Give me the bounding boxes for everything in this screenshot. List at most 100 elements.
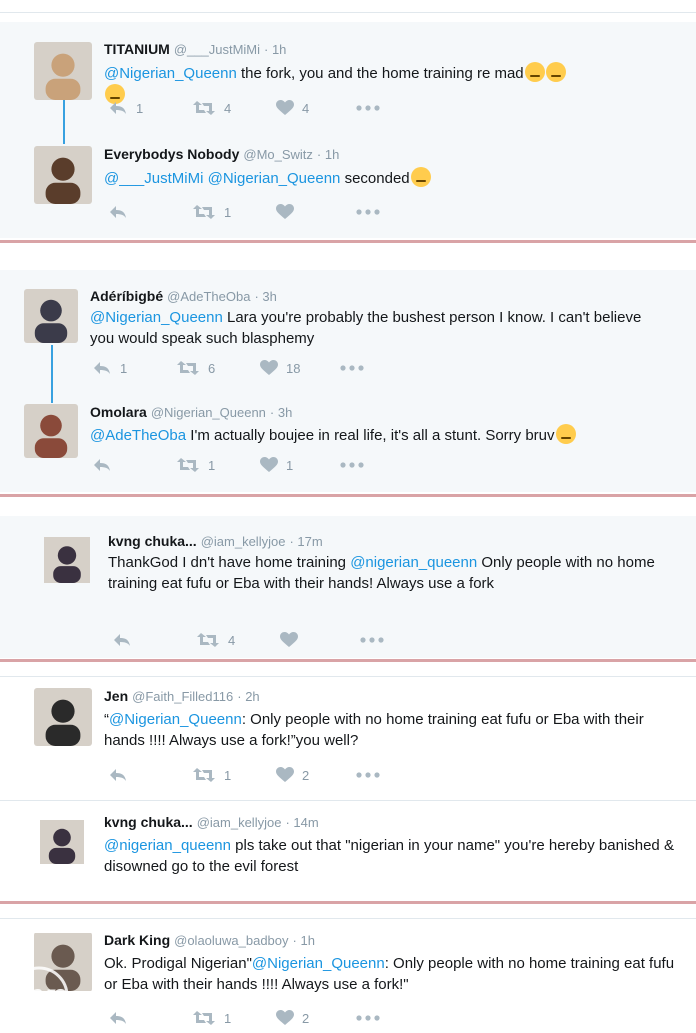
more-button[interactable] bbox=[340, 462, 364, 468]
tweet-text: Ok. Prodigal Nigerian"@Nigerian_Queenn: … bbox=[104, 953, 684, 995]
like-button[interactable]: 1 bbox=[260, 457, 340, 473]
display-name[interactable]: kvng chuka... bbox=[104, 814, 193, 830]
mention-link[interactable]: @___JustMiMi @Nigerian_Queenn bbox=[104, 170, 340, 187]
display-name[interactable]: TITANIUM bbox=[104, 41, 170, 57]
watermark-logo: mp MANIA bbox=[8, 944, 70, 1028]
reply-button[interactable] bbox=[108, 767, 192, 783]
separator bbox=[0, 240, 696, 243]
user-handle[interactable]: @Mo_Switz bbox=[243, 147, 313, 162]
like-count: 1 bbox=[286, 457, 294, 473]
tweet-header: kvng chuka... @iam_kellyjoe · 14m bbox=[104, 814, 319, 830]
display-name[interactable]: Jen bbox=[104, 688, 128, 704]
tweet-header: Jen @Faith_Filled116 · 2h bbox=[104, 688, 260, 704]
avatar[interactable] bbox=[34, 146, 92, 204]
tweet-text-segment: seconded bbox=[340, 170, 410, 187]
tweet-actions: 1 bbox=[108, 204, 380, 220]
like-button[interactable]: 4 bbox=[276, 100, 356, 116]
user-handle[interactable]: @iam_kellyjoe bbox=[201, 534, 286, 549]
reply-icon bbox=[108, 100, 128, 116]
timestamp[interactable]: · 2h bbox=[237, 689, 259, 704]
avatar[interactable] bbox=[44, 532, 90, 588]
retweet-button[interactable]: 1 bbox=[192, 767, 276, 783]
reply-button[interactable]: 1 bbox=[108, 100, 192, 116]
like-button[interactable] bbox=[276, 204, 356, 220]
reply-button[interactable] bbox=[92, 457, 176, 473]
timestamp[interactable]: · 1h bbox=[293, 933, 315, 948]
timestamp[interactable]: · 1h bbox=[317, 147, 339, 162]
like-button[interactable]: 18 bbox=[260, 360, 340, 376]
avatar[interactable] bbox=[34, 688, 92, 746]
tweet-text: @Nigerian_Queenn Lara you're probably th… bbox=[90, 307, 650, 349]
more-button[interactable] bbox=[356, 772, 380, 778]
reply-button[interactable]: 1 bbox=[92, 360, 176, 376]
more-button[interactable] bbox=[356, 105, 380, 111]
thread-connector bbox=[63, 100, 65, 144]
tweet-actions: 4 bbox=[112, 632, 384, 648]
retweet-count: 4 bbox=[228, 632, 236, 648]
reply-icon bbox=[112, 632, 132, 648]
display-name[interactable]: kvng chuka... bbox=[108, 533, 197, 549]
heart-icon bbox=[276, 204, 294, 220]
retweet-icon bbox=[176, 360, 200, 376]
reply-button[interactable] bbox=[112, 632, 196, 648]
retweet-count: 1 bbox=[224, 767, 232, 783]
mention-link[interactable]: @AdeTheOba bbox=[90, 427, 186, 444]
more-button[interactable] bbox=[356, 209, 380, 215]
display-name[interactable]: Everybodys Nobody bbox=[104, 146, 239, 162]
like-button[interactable]: 2 bbox=[276, 767, 356, 783]
timestamp[interactable]: · 1h bbox=[264, 42, 286, 57]
heart-icon bbox=[276, 1010, 294, 1026]
retweet-button[interactable]: 1 bbox=[192, 1010, 276, 1026]
user-handle[interactable]: @AdeTheOba bbox=[167, 289, 250, 304]
tweet-header: Everybodys Nobody @Mo_Switz · 1h bbox=[104, 146, 339, 162]
mention-link[interactable]: @Nigerian_Queenn bbox=[104, 65, 237, 82]
like-button[interactable] bbox=[280, 632, 360, 648]
mention-link[interactable]: @Nigerian_Queenn bbox=[252, 955, 385, 972]
like-button[interactable]: 2 bbox=[276, 1010, 356, 1026]
retweet-icon bbox=[192, 767, 216, 783]
user-handle[interactable]: @Nigerian_Queenn bbox=[151, 405, 266, 420]
tweet-actions: 11 bbox=[92, 457, 364, 473]
retweet-button[interactable]: 4 bbox=[196, 632, 280, 648]
tweet-text: @___JustMiMi @Nigerian_Queenn seconded bbox=[104, 167, 584, 189]
timestamp[interactable]: · 14m bbox=[285, 815, 318, 830]
retweet-count: 4 bbox=[224, 100, 232, 116]
user-handle[interactable]: @___JustMiMi bbox=[174, 42, 260, 57]
mention-link[interactable]: @Nigerian_Queenn bbox=[90, 309, 223, 326]
display-name[interactable]: Dark King bbox=[104, 932, 170, 948]
retweet-icon bbox=[176, 457, 200, 473]
user-handle[interactable]: @iam_kellyjoe bbox=[197, 815, 282, 830]
avatar[interactable] bbox=[24, 404, 78, 458]
retweet-count: 1 bbox=[224, 204, 232, 220]
display-name[interactable]: Adéríbigbé bbox=[90, 288, 163, 304]
avatar[interactable] bbox=[40, 814, 84, 870]
more-button[interactable] bbox=[340, 365, 364, 371]
timestamp[interactable]: · 3h bbox=[254, 289, 276, 304]
retweet-button[interactable]: 6 bbox=[176, 360, 260, 376]
more-button[interactable] bbox=[360, 637, 384, 643]
retweet-button[interactable]: 1 bbox=[192, 204, 276, 220]
more-icon bbox=[360, 637, 384, 643]
user-handle[interactable]: @olaoluwa_badboy bbox=[174, 933, 288, 948]
reply-button[interactable] bbox=[108, 1010, 192, 1026]
tweet-text-segment: ThankGod I dn't have home training bbox=[108, 554, 351, 571]
tweet-text-segment: the fork, you and the home training re m… bbox=[236, 65, 524, 82]
retweet-button[interactable]: 4 bbox=[192, 100, 276, 116]
mention-link[interactable]: @nigerian_queenn bbox=[350, 554, 477, 571]
reply-button[interactable] bbox=[108, 204, 192, 220]
retweet-button[interactable]: 1 bbox=[176, 457, 260, 473]
timestamp[interactable]: · 17m bbox=[289, 534, 322, 549]
display-name[interactable]: Omolara bbox=[90, 404, 147, 420]
tweet-header: Dark King @olaoluwa_badboy · 1h bbox=[104, 932, 315, 948]
avatar[interactable] bbox=[34, 42, 92, 100]
avatar[interactable] bbox=[24, 289, 78, 343]
mention-link[interactable]: @Nigerian_Queenn bbox=[109, 711, 242, 728]
tweet-actions: 1 4 4 bbox=[108, 100, 380, 116]
more-button[interactable] bbox=[356, 1015, 380, 1021]
mention-link[interactable]: @nigerian_queenn bbox=[104, 837, 231, 854]
retweet-count: 1 bbox=[208, 457, 216, 473]
tweet-actions: 1 6 18 bbox=[92, 360, 364, 376]
user-handle[interactable]: @Faith_Filled116 bbox=[132, 689, 233, 704]
tweet-actions: 12 bbox=[108, 1010, 380, 1026]
timestamp[interactable]: · 3h bbox=[270, 405, 292, 420]
